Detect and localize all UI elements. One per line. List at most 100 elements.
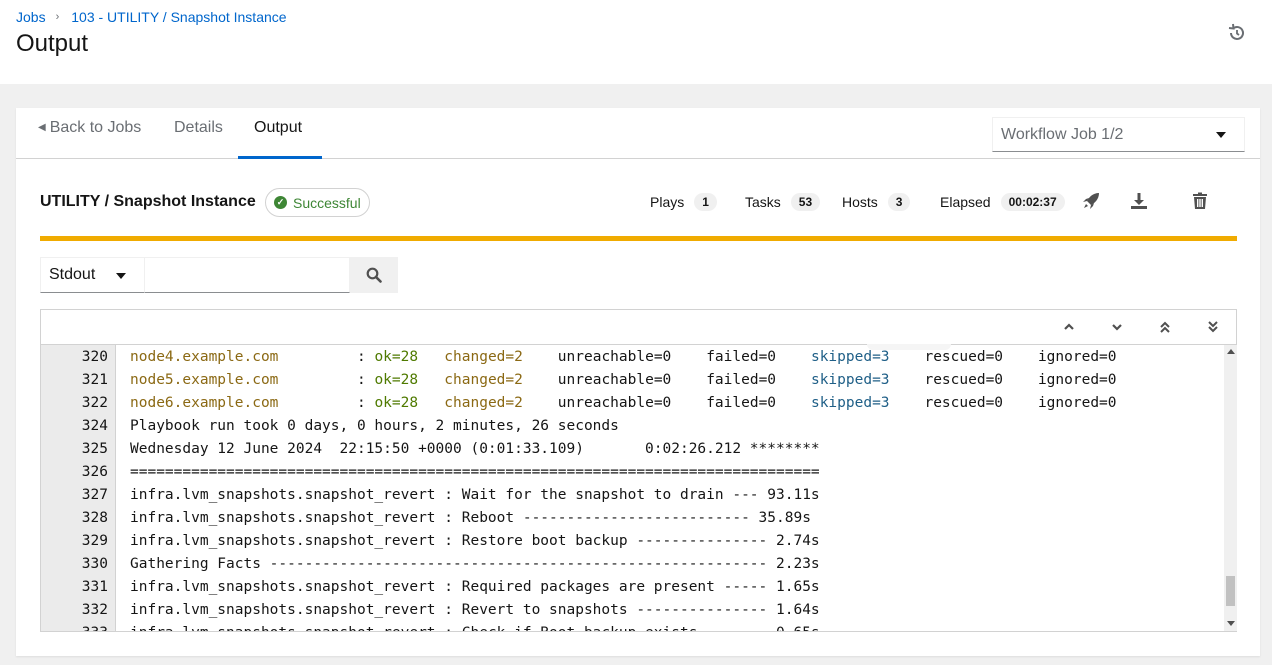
tab-details[interactable]: Details — [158, 108, 239, 159]
search-icon — [366, 267, 382, 283]
line-text: infra.lvm_snapshots.snapshot_revert : Ch… — [130, 622, 820, 631]
page-title: Output — [16, 30, 89, 57]
plays-label: Plays — [650, 194, 685, 210]
scroll-last-button[interactable] — [1204, 318, 1222, 336]
line-segment: infra.lvm_snapshots.snapshot_revert : Re… — [130, 602, 820, 618]
scroll-first-button[interactable] — [1156, 318, 1174, 336]
download-button[interactable] — [1130, 192, 1150, 212]
search-type-select[interactable]: Stdout — [40, 257, 145, 293]
scroll-next-button[interactable] — [1108, 318, 1126, 336]
floating-tooltip-edge — [867, 344, 951, 350]
log-line: 328 infra.lvm_snapshots.snapshot_revert :… — [41, 507, 1224, 530]
line-segment: ok=28 — [374, 395, 419, 411]
line-text: node4.example.com : ok=28 changed=2 unre… — [130, 346, 1117, 369]
line-segment: skipped=3 — [810, 372, 890, 388]
hosts-count: 3 — [887, 193, 911, 211]
output-search-bar: Stdout — [40, 257, 398, 293]
line-segment: rescued=0 ignored=0 — [889, 349, 1117, 365]
job-output-card: ◀ Back to Jobs Details Output Workflow Jo… — [16, 108, 1260, 656]
elapsed-stat: Elapsed 00:02:37 — [940, 193, 1065, 211]
line-segment: Playbook run took 0 days, 0 hours, 2 min… — [130, 418, 619, 434]
hosts-stat: Hosts 3 — [842, 193, 911, 211]
line-text: Playbook run took 0 days, 0 hours, 2 min… — [130, 415, 619, 438]
line-segment: changed=2 — [444, 395, 523, 411]
log-line: 327 infra.lvm_snapshots.snapshot_revert :… — [41, 484, 1224, 507]
check-circle-icon: ✓ — [274, 196, 287, 209]
line-segment: : — [278, 372, 375, 388]
scroll-up-arrow-icon[interactable] — [1227, 349, 1235, 354]
line-segment: infra.lvm_snapshots.snapshot_revert : Re… — [130, 510, 811, 526]
line-segment: skipped=3 — [810, 395, 890, 411]
line-text: infra.lvm_snapshots.snapshot_revert : Re… — [130, 530, 820, 553]
caret-left-icon: ◀ — [38, 122, 46, 133]
breadcrumb-jobs-link[interactable]: Jobs — [16, 9, 46, 25]
line-number: 328 — [81, 510, 108, 526]
line-segment: infra.lvm_snapshots.snapshot_revert : Ch… — [130, 625, 820, 631]
angle-double-up-icon — [1160, 321, 1170, 333]
log-line: 322 node6.example.com : ok=28 changed=2 u… — [41, 392, 1224, 415]
line-segment: ========================================… — [130, 464, 820, 480]
tab-label: Back to Jobs — [49, 119, 142, 136]
line-text: infra.lvm_snapshots.snapshot_revert : Wa… — [130, 484, 820, 507]
workflow-job-select[interactable]: Workflow Job 1/2 — [992, 117, 1245, 152]
output-toolbar — [41, 310, 1236, 345]
line-segment: ok=28 — [374, 372, 419, 388]
output-panel: 320 node4.example.com : ok=28 changed=2 u… — [40, 309, 1237, 632]
job-progress-bar — [40, 236, 1237, 241]
breadcrumb-job-link[interactable]: 103 - UTILITY / Snapshot Instance — [71, 9, 286, 25]
log-line: 325 Wednesday 12 June 2024 22:15:50 +0000… — [41, 438, 1224, 461]
tab-output[interactable]: Output — [238, 108, 322, 159]
tabs: ◀ Back to Jobs Details Output Workflow Jo… — [16, 108, 1260, 159]
search-input[interactable] — [145, 257, 350, 293]
line-text: infra.lvm_snapshots.snapshot_revert : Re… — [130, 576, 820, 599]
relaunch-button[interactable] — [1082, 192, 1102, 212]
line-segment: Wednesday 12 June 2024 22:15:50 +0000 (0… — [130, 441, 820, 457]
plays-stat: Plays 1 — [650, 193, 717, 211]
status-text: Successful — [293, 194, 361, 211]
search-button[interactable] — [350, 257, 398, 293]
scroll-previous-button[interactable] — [1060, 318, 1078, 336]
line-text: infra.lvm_snapshots.snapshot_revert : Re… — [130, 599, 820, 622]
log-line: 320 node4.example.com : ok=28 changed=2 u… — [41, 346, 1224, 369]
history-icon — [1228, 23, 1244, 40]
line-segment: Gathering Facts ------------------------… — [130, 556, 820, 572]
line-text: node5.example.com : ok=28 changed=2 unre… — [130, 369, 1117, 392]
output-scrollbar[interactable] — [1224, 345, 1237, 631]
line-segment: rescued=0 ignored=0 — [889, 372, 1117, 388]
log-line: 321 node5.example.com : ok=28 changed=2 u… — [41, 369, 1224, 392]
line-number: 329 — [81, 533, 108, 549]
line-segment — [418, 395, 444, 411]
download-icon — [1131, 193, 1147, 209]
tab-back-to-jobs[interactable]: ◀ Back to Jobs — [22, 108, 157, 159]
line-segment: node4.example.com — [130, 349, 279, 365]
status-badge: ✓ Successful — [265, 188, 370, 217]
tasks-label: Tasks — [745, 194, 781, 210]
angle-up-icon — [1064, 323, 1074, 330]
tab-label: Details — [174, 119, 223, 136]
line-segment: : — [278, 349, 375, 365]
line-segment: node5.example.com — [130, 372, 279, 388]
line-segment: unreachable=0 failed=0 — [522, 395, 811, 411]
line-text: node6.example.com : ok=28 changed=2 unre… — [130, 392, 1117, 415]
output-log: 320 node4.example.com : ok=28 changed=2 u… — [41, 345, 1224, 631]
line-segment: infra.lvm_snapshots.snapshot_revert : Re… — [130, 579, 820, 595]
scroll-down-arrow-icon[interactable] — [1227, 621, 1235, 626]
workflow-job-select-value: Workflow Job 1/2 — [1001, 126, 1124, 143]
history-button[interactable] — [1226, 22, 1248, 44]
line-segment: ok=28 — [374, 349, 419, 365]
line-segment: changed=2 — [444, 372, 523, 388]
line-text: Gathering Facts ------------------------… — [130, 553, 820, 576]
log-line: 329 infra.lvm_snapshots.snapshot_revert :… — [41, 530, 1224, 553]
angle-down-icon — [1112, 324, 1122, 331]
line-text: infra.lvm_snapshots.snapshot_revert : Re… — [130, 507, 811, 530]
line-number: 321 — [81, 372, 108, 388]
scrollbar-thumb[interactable] — [1226, 576, 1235, 606]
line-number: 327 — [81, 487, 108, 503]
delete-button[interactable] — [1191, 192, 1211, 212]
caret-down-icon — [1216, 132, 1226, 138]
line-number: 330 — [81, 556, 108, 572]
breadcrumb-separator-icon: › — [55, 11, 60, 23]
line-segment — [418, 349, 444, 365]
line-segment: unreachable=0 failed=0 — [522, 349, 811, 365]
line-segment: node6.example.com — [130, 395, 279, 411]
